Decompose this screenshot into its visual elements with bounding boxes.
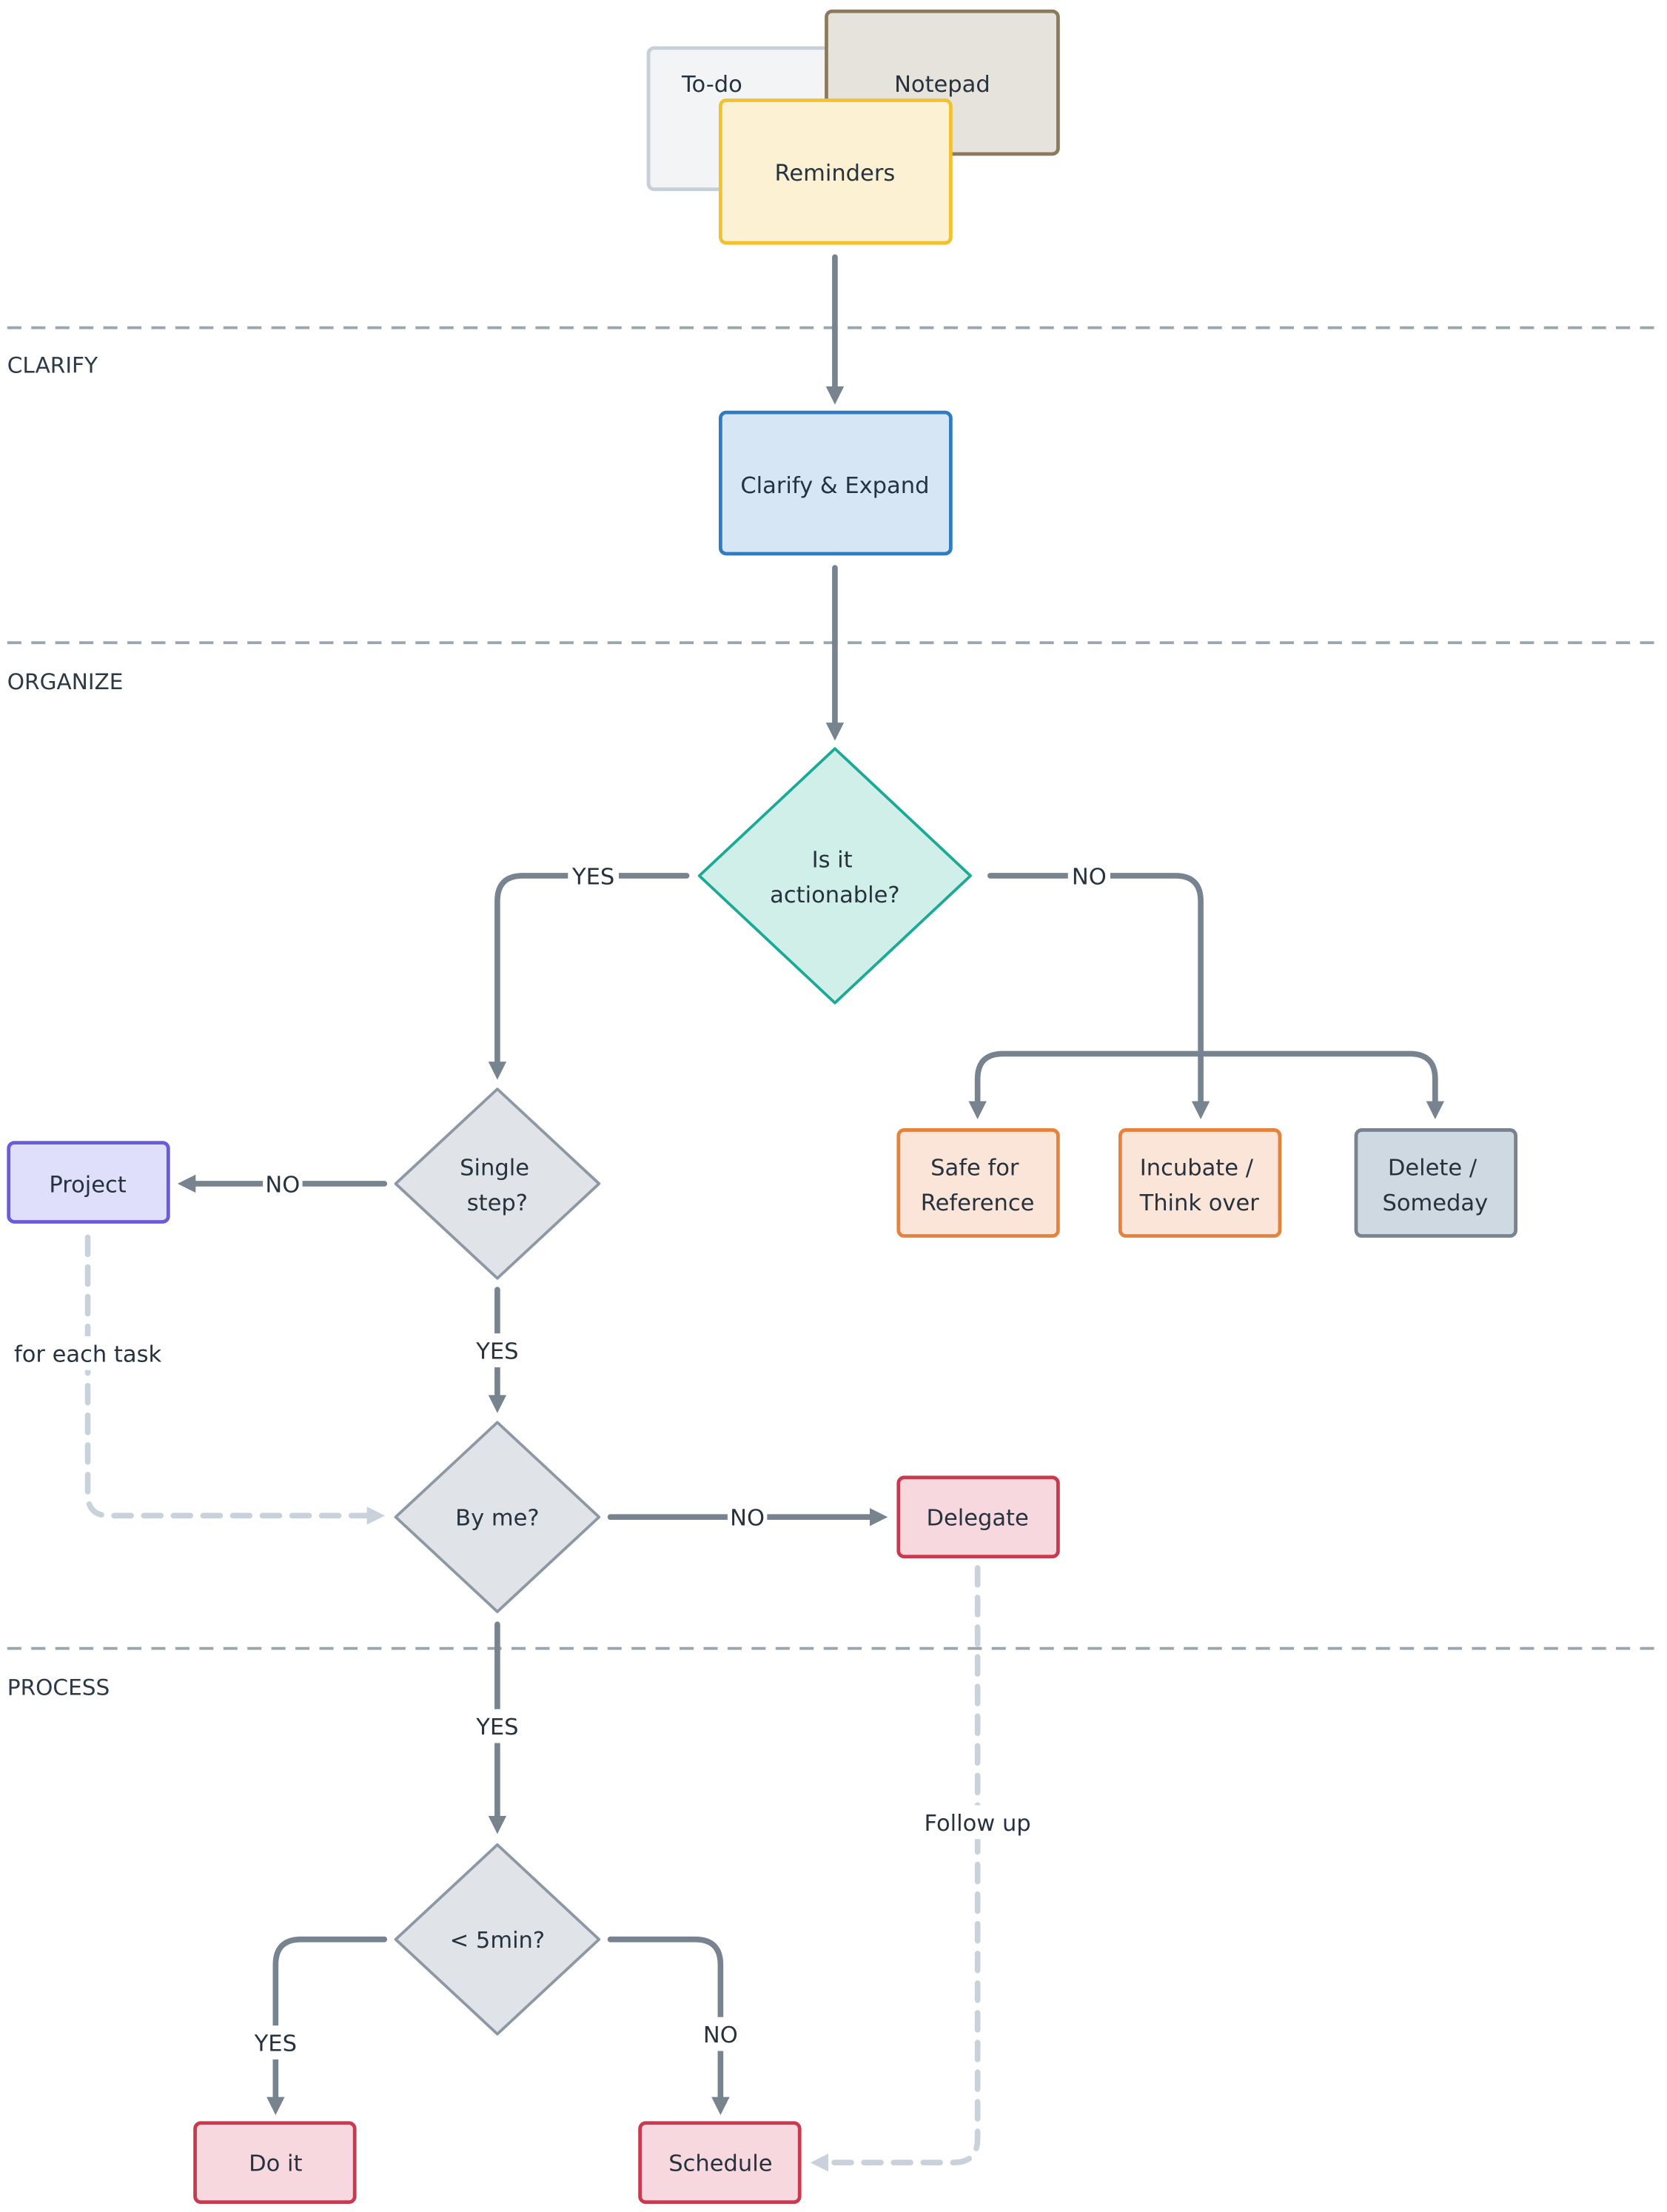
- edge-label-follow-up: Follow up: [918, 1805, 1037, 1840]
- svg-text:To-do: To-do: [681, 72, 742, 98]
- decision-actionable[interactable]: Is it actionable?: [697, 747, 972, 1005]
- node-clarify-expand[interactable]: Clarify & Expand: [718, 410, 953, 556]
- svg-text:Someday: Someday: [1382, 1190, 1488, 1216]
- edge-to-reference: [968, 1050, 1204, 1119]
- edge-label-actionable-yes: YES: [568, 859, 619, 893]
- svg-text:Clarify & Expand: Clarify & Expand: [740, 473, 929, 499]
- svg-text:By me?: By me?: [455, 1506, 539, 1532]
- svg-text:actionable?: actionable?: [770, 882, 899, 908]
- svg-text:NO: NO: [265, 1172, 300, 1198]
- svg-text:Delegate: Delegate: [926, 1506, 1028, 1532]
- edge-label-single-no: NO: [263, 1167, 303, 1201]
- lane-label-organize: ORGANIZE: [7, 669, 124, 694]
- gtd-flowchart: CLARIFY ORGANIZE PROCESS YES NO NO YES f…: [7, 9, 1664, 2205]
- lane-label-clarify: CLARIFY: [7, 353, 98, 378]
- svg-text:Project: Project: [49, 1172, 126, 1198]
- edge-min-yes: [266, 1936, 388, 2116]
- svg-text:Single: Single: [460, 1155, 529, 1181]
- decision-by-me[interactable]: By me?: [394, 1421, 601, 1613]
- node-delegate[interactable]: Delegate: [896, 1475, 1060, 1559]
- edge-label-min-yes: YES: [249, 2025, 301, 2059]
- svg-text:Follow up: Follow up: [925, 1811, 1031, 1837]
- svg-text:NO: NO: [703, 2022, 738, 2048]
- svg-text:Reminders: Reminders: [775, 161, 896, 187]
- node-reminders[interactable]: Reminders: [718, 98, 953, 245]
- svg-text:step?: step?: [467, 1190, 528, 1216]
- svg-text:Safe for: Safe for: [930, 1155, 1019, 1181]
- node-incubate[interactable]: Incubate / Think over: [1118, 1128, 1282, 1238]
- node-schedule[interactable]: Schedule: [638, 2121, 802, 2205]
- edge-project-for-each-task: [84, 1234, 386, 1525]
- svg-text:YES: YES: [475, 1715, 518, 1740]
- lane-label-process: PROCESS: [7, 1675, 110, 1700]
- decision-under-5min[interactable]: < 5min?: [394, 1843, 601, 2036]
- svg-text:Schedule: Schedule: [668, 2151, 772, 2177]
- edge-actionable-no: [987, 873, 1210, 1119]
- svg-text:YES: YES: [254, 2031, 297, 2057]
- svg-text:Is it: Is it: [812, 848, 853, 874]
- edge-label-actionable-no: NO: [1067, 859, 1110, 893]
- edge-label-for-each-task: for each task: [11, 1336, 167, 1370]
- svg-text:NO: NO: [1072, 864, 1107, 890]
- edge-actionable-yes: [488, 873, 690, 1080]
- svg-text:Notepad: Notepad: [894, 72, 990, 98]
- node-project[interactable]: Project: [7, 1141, 170, 1224]
- edge-label-byme-no: NO: [727, 1500, 768, 1535]
- svg-text:Do it: Do it: [249, 2151, 302, 2177]
- svg-text:for each task: for each task: [14, 1341, 162, 1367]
- svg-text:< 5min?: < 5min?: [450, 1928, 545, 1954]
- svg-text:NO: NO: [730, 1506, 765, 1532]
- svg-text:Incubate /: Incubate /: [1140, 1155, 1254, 1181]
- decision-single-step[interactable]: Single step?: [394, 1087, 601, 1280]
- svg-text:YES: YES: [475, 1339, 518, 1365]
- edge-label-single-yes: YES: [472, 1333, 523, 1367]
- edge-to-someday: [1198, 1050, 1445, 1119]
- svg-text:YES: YES: [571, 864, 614, 890]
- edge-label-min-no: NO: [700, 2017, 741, 2051]
- svg-text:Delete /: Delete /: [1388, 1155, 1478, 1181]
- edge-delegate-follow-up: [810, 1565, 981, 2172]
- svg-text:Think over: Think over: [1139, 1190, 1260, 1216]
- svg-text:Reference: Reference: [921, 1190, 1035, 1216]
- node-delete-someday[interactable]: Delete / Someday: [1354, 1128, 1517, 1238]
- node-do-it[interactable]: Do it: [193, 2121, 357, 2205]
- node-safe-reference[interactable]: Safe for Reference: [896, 1128, 1060, 1238]
- edge-label-byme-yes: YES: [472, 1709, 523, 1743]
